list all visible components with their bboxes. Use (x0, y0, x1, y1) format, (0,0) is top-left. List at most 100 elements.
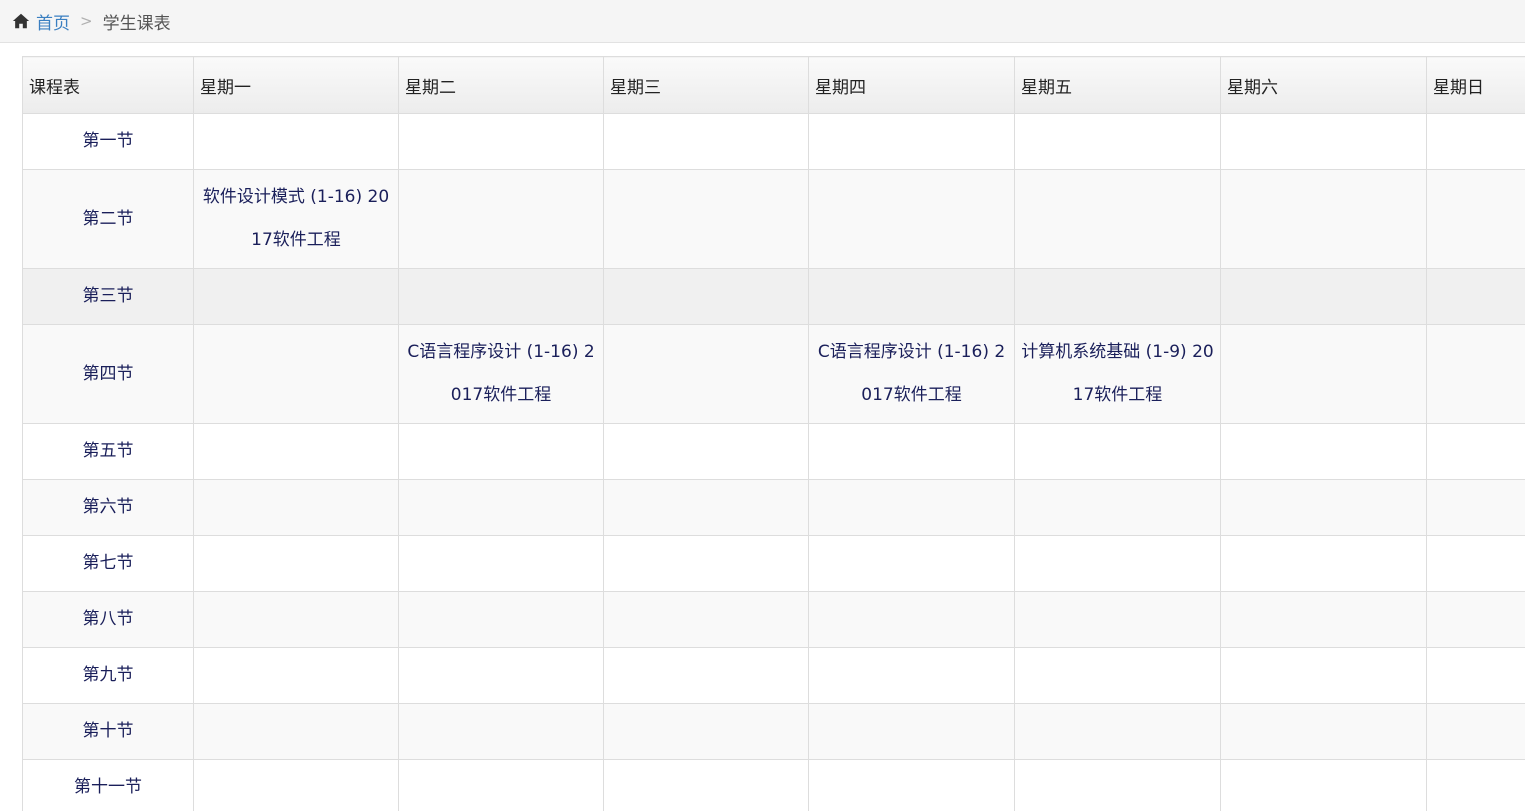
course-cell (398, 703, 604, 760)
course-cell (398, 479, 604, 536)
table-row: 第八节 (22, 591, 1525, 648)
course-cell (808, 423, 1015, 480)
course-cell (1426, 169, 1525, 269)
table-row: 第九节 (22, 647, 1525, 704)
course-cell (603, 479, 809, 536)
course-cell (1014, 113, 1221, 170)
course-cell (603, 423, 809, 480)
course-cell (603, 591, 809, 648)
course-cell (1014, 535, 1221, 592)
course-cell (1426, 324, 1525, 424)
course-cell (808, 703, 1015, 760)
period-label: 第十节 (22, 703, 194, 760)
table-row: 第一节 (22, 113, 1525, 170)
timetable: 课程表 星期一 星期二 星期三 星期四 星期五 星期六 星期日 第一节 第二节 … (22, 56, 1525, 811)
timetable-container: 课程表 星期一 星期二 星期三 星期四 星期五 星期六 星期日 第一节 第二节 … (22, 56, 1525, 811)
course-cell (193, 535, 399, 592)
course-cell (1220, 113, 1427, 170)
course-cell (193, 479, 399, 536)
course-cell (1014, 423, 1221, 480)
course-cell (603, 169, 809, 269)
period-label: 第二节 (22, 169, 194, 269)
course-cell: C语言程序设计 (1-16) 2017软件工程 (808, 324, 1015, 424)
course-cell (603, 324, 809, 424)
course-cell (1220, 423, 1427, 480)
course-cell (603, 268, 809, 325)
course-cell (1220, 169, 1427, 269)
course-cell (603, 113, 809, 170)
header-cell: 星期三 (603, 56, 809, 114)
table-row: 第十一节 (22, 759, 1525, 811)
course-cell (398, 535, 604, 592)
header-cell: 星期六 (1220, 56, 1427, 114)
course-cell (398, 268, 604, 325)
header-cell: 课程表 (22, 56, 194, 114)
table-row: 第六节 (22, 479, 1525, 536)
course-cell (1426, 423, 1525, 480)
period-label: 第五节 (22, 423, 194, 480)
course-cell (1014, 268, 1221, 325)
course-cell (603, 703, 809, 760)
course-cell (1426, 479, 1525, 536)
course-cell (808, 647, 1015, 704)
course-cell (193, 703, 399, 760)
period-label: 第四节 (22, 324, 194, 424)
course-cell (193, 268, 399, 325)
course-cell (603, 535, 809, 592)
course-cell (1220, 324, 1427, 424)
breadcrumb-current: 学生课表 (102, 13, 171, 34)
course-cell (808, 169, 1015, 269)
course-cell (1220, 479, 1427, 536)
timetable-header-row: 课程表 星期一 星期二 星期三 星期四 星期五 星期六 星期日 (22, 56, 1525, 114)
course-cell (808, 759, 1015, 811)
period-label: 第一节 (22, 113, 194, 170)
course-cell (398, 169, 604, 269)
period-label: 第十一节 (22, 759, 194, 811)
course-cell (603, 759, 809, 811)
header-cell: 星期日 (1426, 56, 1525, 114)
table-row: 第十节 (22, 703, 1525, 760)
course-cell: C语言程序设计 (1-16) 2017软件工程 (398, 324, 604, 424)
course-cell: 计算机系统基础 (1-9) 2017软件工程 (1014, 324, 1221, 424)
table-row: 第四节 C语言程序设计 (1-16) 2017软件工程 C语言程序设计 (1-1… (22, 324, 1525, 424)
period-label: 第八节 (22, 591, 194, 648)
home-icon[interactable] (12, 12, 30, 30)
course-cell (1220, 759, 1427, 811)
table-row: 第三节 (22, 268, 1525, 325)
course-cell: 软件设计模式 (1-16) 2017软件工程 (193, 169, 399, 269)
course-cell (1426, 113, 1525, 170)
course-cell (193, 113, 399, 170)
course-cell (1426, 591, 1525, 648)
course-cell (1426, 647, 1525, 704)
course-cell (398, 113, 604, 170)
course-cell (193, 324, 399, 424)
course-cell (193, 759, 399, 811)
period-label: 第七节 (22, 535, 194, 592)
course-cell (808, 268, 1015, 325)
course-cell (398, 759, 604, 811)
course-cell (1220, 591, 1427, 648)
chevron-right-icon: > (80, 12, 93, 30)
course-cell (1220, 535, 1427, 592)
header-cell: 星期四 (808, 56, 1015, 114)
course-cell (1426, 759, 1525, 811)
course-cell (808, 113, 1015, 170)
header-cell: 星期五 (1014, 56, 1221, 114)
course-cell (1014, 169, 1221, 269)
course-cell (1014, 479, 1221, 536)
course-cell (1014, 703, 1221, 760)
course-cell (808, 591, 1015, 648)
course-cell (1220, 703, 1427, 760)
period-label: 第九节 (22, 647, 194, 704)
period-label: 第六节 (22, 479, 194, 536)
course-cell (1426, 535, 1525, 592)
course-cell (603, 647, 809, 704)
table-row: 第七节 (22, 535, 1525, 592)
breadcrumb-home-link[interactable]: 首页 (36, 9, 70, 34)
course-cell (1426, 268, 1525, 325)
table-row: 第五节 (22, 423, 1525, 480)
table-row: 第二节 软件设计模式 (1-16) 2017软件工程 (22, 169, 1525, 269)
course-cell (193, 647, 399, 704)
course-cell (808, 535, 1015, 592)
course-cell (1220, 268, 1427, 325)
